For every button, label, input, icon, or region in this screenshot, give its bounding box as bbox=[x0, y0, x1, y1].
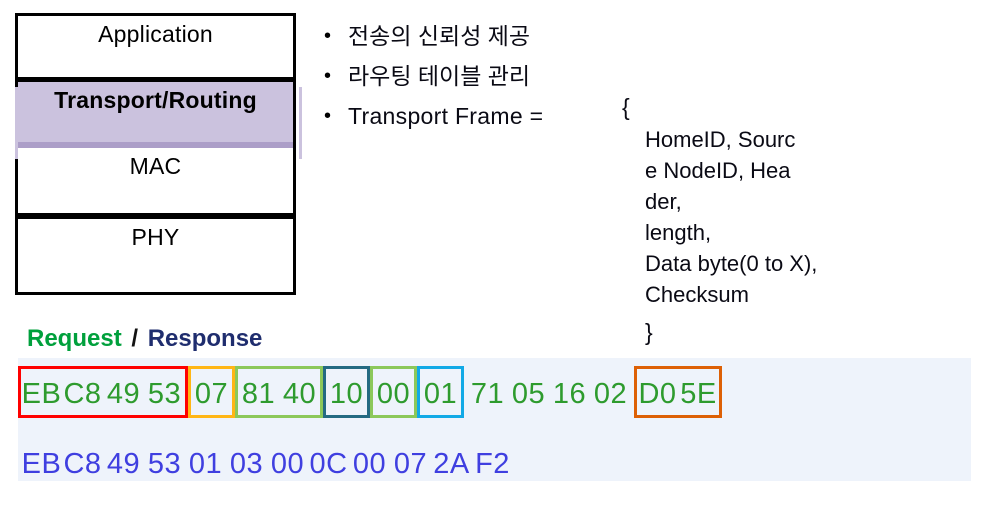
hex-byte: 00 bbox=[352, 448, 387, 480]
hex-byte: F2 bbox=[475, 448, 510, 480]
hex-group-length: 10 bbox=[323, 366, 370, 418]
hex-byte: 81 bbox=[241, 378, 276, 410]
hex-byte: 49 bbox=[106, 448, 141, 480]
hex-group-response-bytes: EBC8 49 53 01 03 00 0C 00 07 2A F2 bbox=[18, 436, 516, 488]
hex-byte: 01 bbox=[423, 378, 458, 410]
bullet-item: • 전송의 신뢰성 제공 bbox=[318, 18, 678, 55]
hex-group-command-class: 00 bbox=[370, 366, 417, 418]
hex-byte: 40 bbox=[282, 378, 317, 410]
request-label: Request bbox=[27, 325, 122, 352]
bullet-dot-icon: • bbox=[324, 105, 332, 127]
hex-byte: 53 bbox=[147, 378, 182, 410]
stack-layer-mac: MAC bbox=[18, 148, 293, 219]
frame-field-line: e NodeID, Hea bbox=[645, 158, 791, 183]
hex-byte: 5E bbox=[680, 378, 717, 410]
response-frame-hex-row: EBC8 49 53 01 03 00 0C 00 07 2A F2 bbox=[18, 436, 516, 488]
hex-byte: 07 bbox=[393, 448, 428, 480]
stack-layer-mac-label: MAC bbox=[129, 153, 182, 179]
frame-brace-close: } bbox=[645, 319, 653, 345]
hex-byte: 16 bbox=[552, 378, 587, 410]
stack-layer-transport-routing: Transport/Routing bbox=[18, 82, 293, 148]
hex-byte: EB bbox=[21, 378, 62, 410]
hex-byte: 00 bbox=[376, 378, 411, 410]
hex-byte: 53 bbox=[147, 448, 182, 480]
heading-separator: / bbox=[131, 325, 139, 352]
hex-byte: EB bbox=[21, 448, 62, 480]
frame-field-line: HomeID, Sourc bbox=[645, 127, 796, 152]
response-label: Response bbox=[147, 325, 263, 352]
hex-byte: 10 bbox=[329, 378, 364, 410]
hex-byte: 2A bbox=[433, 448, 470, 480]
transport-highlight-bleed-left bbox=[15, 87, 18, 159]
hex-byte: 49 bbox=[106, 378, 141, 410]
bullet-dot-icon: • bbox=[324, 25, 332, 47]
hex-byte: 07 bbox=[194, 378, 229, 410]
hex-byte: 01 bbox=[188, 448, 223, 480]
transport-frame-field-list: HomeID, Sourc e NodeID, Hea der, length,… bbox=[645, 124, 895, 310]
stack-layer-application: Application bbox=[18, 16, 293, 82]
hex-group-command: 01 bbox=[417, 366, 464, 418]
request-frame-hex-row: EBC8 49 53 07 81 40 10 00 01 71 05 16 02 D0 5E bbox=[18, 366, 722, 418]
hex-byte: 00 bbox=[270, 448, 305, 480]
hex-group-checksum: D0 5E bbox=[634, 366, 722, 418]
hex-byte: C8 bbox=[63, 448, 102, 480]
bullet-item-label: Transport Frame = bbox=[348, 103, 544, 129]
bullet-item: • 라우팅 테이블 관리 bbox=[318, 58, 678, 95]
hex-byte: C8 bbox=[63, 378, 102, 410]
hex-group-data-bytes: 71 05 16 02 bbox=[464, 366, 634, 418]
stack-layer-application-label: Application bbox=[98, 21, 213, 47]
request-response-heading: Request / Response bbox=[27, 324, 262, 354]
frame-field-line: length, bbox=[645, 220, 712, 245]
stack-layer-phy-label: PHY bbox=[131, 224, 180, 250]
hex-byte: 02 bbox=[593, 378, 628, 410]
hex-byte: 71 bbox=[470, 378, 505, 410]
bullet-item-label: 전송의 신뢰성 제공 bbox=[348, 23, 531, 49]
frame-field-line: Data byte(0 to X), bbox=[645, 251, 818, 276]
hex-group-home-id: EBC8 49 53 bbox=[18, 366, 188, 418]
frame-field-line: der, bbox=[645, 189, 682, 214]
transport-highlight-bleed-right bbox=[299, 87, 302, 159]
hex-group-header: 81 40 bbox=[235, 366, 323, 418]
hex-byte: 03 bbox=[229, 448, 264, 480]
bullet-item-label: 라우팅 테이블 관리 bbox=[348, 63, 531, 89]
frame-brace-open: { bbox=[622, 94, 630, 120]
protocol-stack-diagram: Application Transport/Routing MAC PHY bbox=[15, 13, 302, 295]
stack-layer-transport-routing-label: Transport/Routing bbox=[54, 87, 257, 113]
slide-canvas: Application Transport/Routing MAC PHY • … bbox=[0, 0, 990, 523]
hex-capture-panel: EBC8 49 53 07 81 40 10 00 01 71 05 16 02 D0 5E … bbox=[18, 358, 971, 481]
bullet-dot-icon: • bbox=[324, 65, 332, 87]
hex-group-source-node-id: 07 bbox=[188, 366, 235, 418]
frame-field-line: Checksum bbox=[645, 282, 749, 307]
hex-byte: D0 bbox=[638, 378, 677, 410]
hex-byte: 05 bbox=[511, 378, 546, 410]
hex-byte: 0C bbox=[309, 448, 348, 480]
stack-layer-phy: PHY bbox=[18, 219, 293, 286]
